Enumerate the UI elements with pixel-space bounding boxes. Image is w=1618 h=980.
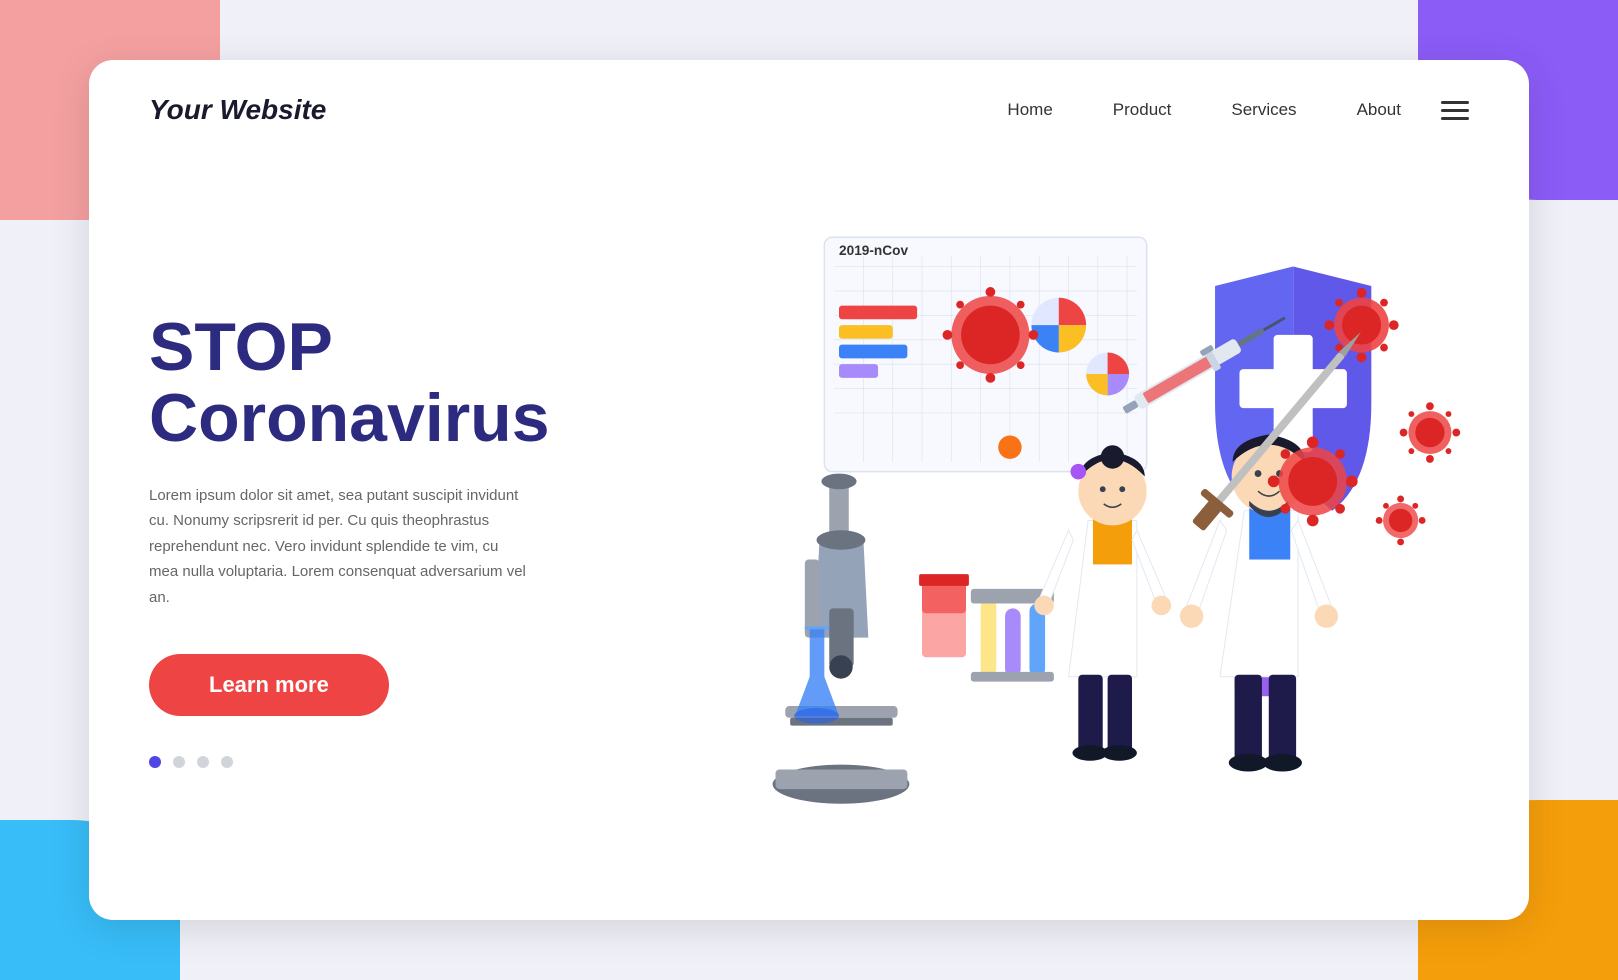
nav-links: Home Product Services About [1007, 100, 1401, 120]
hero-description: Lorem ipsum dolor sit amet, sea putant s… [149, 483, 529, 611]
nav-product[interactable]: Product [1113, 100, 1172, 120]
logo: Your Website [149, 94, 326, 126]
dot-1[interactable] [149, 756, 161, 768]
text-section: STOP Coronavirus Lorem ipsum dolor sit a… [149, 312, 629, 768]
main-content: STOP Coronavirus Lorem ipsum dolor sit a… [89, 160, 1529, 920]
nav-services[interactable]: Services [1231, 100, 1296, 120]
dot-4[interactable] [221, 756, 233, 768]
hero-illustration: 2019-nCov [629, 160, 1469, 920]
navbar: Your Website Home Product Services About [89, 60, 1529, 160]
hamburger-line-3 [1441, 117, 1469, 120]
illustration: 2019-nCov [629, 160, 1469, 920]
headline-line1: STOP [149, 309, 333, 385]
main-card: Your Website Home Product Services About… [89, 60, 1529, 920]
headline: STOP Coronavirus [149, 312, 629, 455]
nav-about[interactable]: About [1357, 100, 1401, 120]
carousel-dots [149, 756, 629, 768]
learn-more-button[interactable]: Learn more [149, 654, 389, 716]
hamburger-line-2 [1441, 109, 1469, 112]
headline-line2: Coronavirus [149, 380, 550, 456]
dot-3[interactable] [197, 756, 209, 768]
nav-home[interactable]: Home [1007, 100, 1052, 120]
svg-text:2019-nCov: 2019-nCov [839, 243, 908, 258]
dot-2[interactable] [173, 756, 185, 768]
hamburger-menu[interactable] [1441, 101, 1469, 120]
hamburger-line-1 [1441, 101, 1469, 104]
